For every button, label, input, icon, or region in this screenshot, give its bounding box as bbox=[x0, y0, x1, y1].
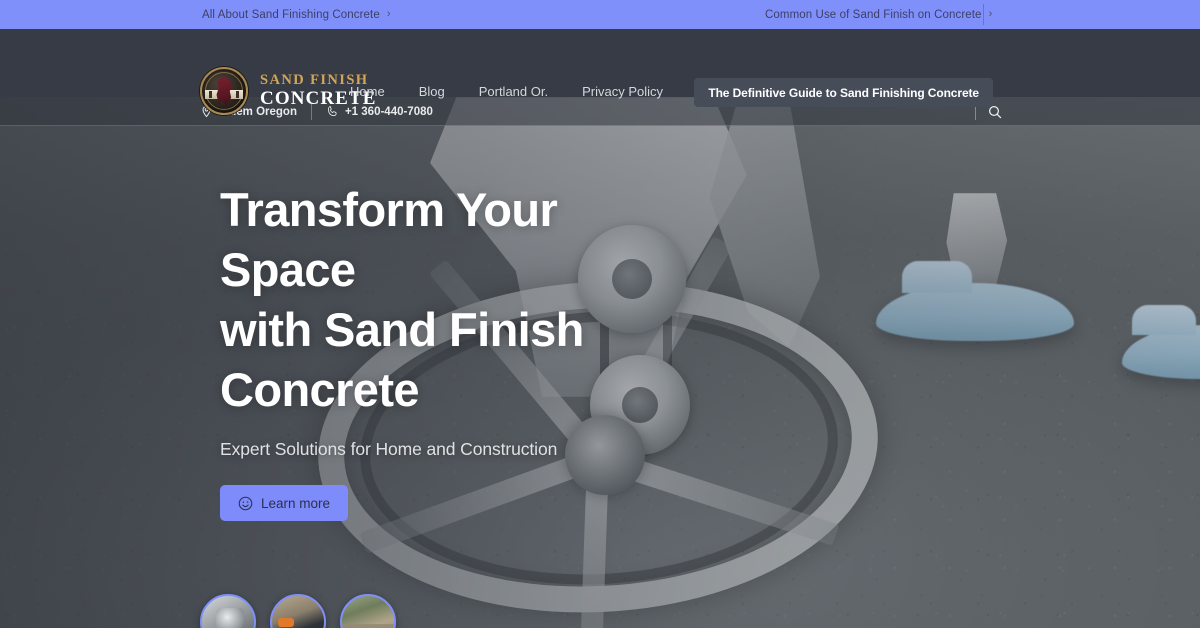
definitive-guide-button[interactable]: The Definitive Guide to Sand Finishing C… bbox=[694, 78, 993, 107]
chevron-right-icon: › bbox=[988, 8, 993, 20]
hero-title-line-3: Concrete bbox=[220, 363, 420, 416]
nav-item-portland-or[interactable]: Portland Or. bbox=[462, 84, 565, 99]
announcement-topbar: All About Sand Finishing Concrete › Comm… bbox=[0, 0, 1200, 29]
chevron-right-icon: › bbox=[386, 8, 391, 20]
nav-item-privacy-policy[interactable]: Privacy Policy bbox=[565, 84, 680, 99]
learn-more-button[interactable]: Learn more bbox=[220, 485, 349, 521]
smiley-face-icon bbox=[238, 496, 253, 510]
hero-title-line-2: with Sand Finish bbox=[220, 303, 584, 356]
hero-title: Transform Your Space with Sand Finish Co… bbox=[220, 180, 690, 420]
topbar-link-all-about[interactable]: All About Sand Finishing Concrete › bbox=[202, 9, 391, 21]
avatar-concrete-machine[interactable] bbox=[200, 594, 256, 628]
avatar-thumbnail-row bbox=[200, 594, 396, 628]
avatar-outdoor-path[interactable] bbox=[340, 594, 396, 628]
topbar-link-common-use[interactable]: Common Use of Sand Finish on Concrete › bbox=[765, 9, 992, 21]
hero-section: Transform Your Space with Sand Finish Co… bbox=[0, 97, 1200, 628]
hero-subtitle: Expert Solutions for Home and Constructi… bbox=[220, 439, 558, 459]
avatar-worker-cutting[interactable] bbox=[270, 594, 326, 628]
learn-more-label: Learn more bbox=[261, 495, 331, 511]
topbar-link-label: All About Sand Finishing Concrete bbox=[202, 8, 380, 21]
topbar-link-label: Common Use of Sand Finish on Concrete bbox=[765, 8, 982, 21]
nav-item-blog[interactable]: Blog bbox=[402, 84, 462, 99]
contact-infobar: Salem Oregon +1 360-440-7080 bbox=[0, 97, 1200, 126]
topbar-divider bbox=[983, 4, 984, 25]
landing-page: All About Sand Finishing Concrete › Comm… bbox=[0, 0, 1200, 628]
hero-content: Transform Your Space with Sand Finish Co… bbox=[220, 180, 690, 521]
nav-item-home[interactable]: Home bbox=[350, 84, 402, 99]
hero-title-line-1: Transform Your Space bbox=[220, 183, 558, 296]
circular-badge-logo-icon bbox=[200, 67, 248, 115]
site-header: SAND FINISH CONCRETE Home Blog Portland … bbox=[0, 29, 1200, 115]
